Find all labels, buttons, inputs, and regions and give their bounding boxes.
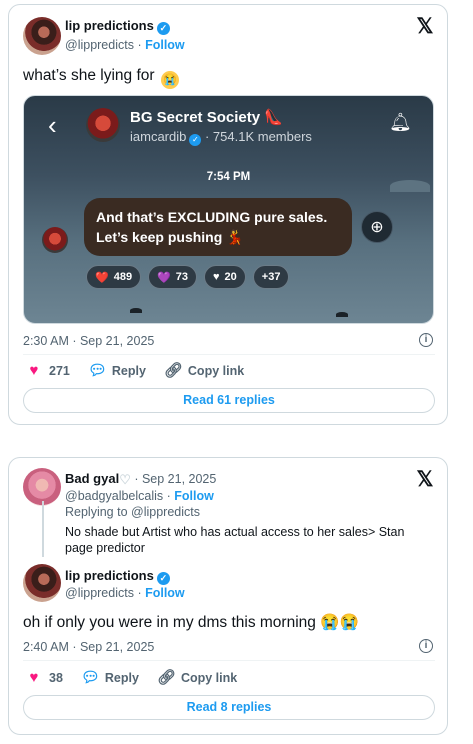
author-name[interactable]: lip predictions ✓	[65, 18, 170, 35]
link-icon: 🔗︎	[163, 362, 183, 379]
group-owner: iamcardib	[130, 129, 187, 144]
follow-button[interactable]: Follow	[174, 489, 214, 503]
follow-button[interactable]: Follow	[145, 586, 185, 600]
copy-link-label: Copy link	[180, 671, 238, 685]
x-logo-icon[interactable]: 𝕏	[415, 469, 435, 490]
purple-heart-icon: 💜	[157, 271, 171, 284]
white-heart-icon: ♥	[213, 271, 220, 283]
like-count: 271	[49, 364, 70, 378]
copy-link-button[interactable]: 🔗︎ Copy link	[164, 362, 244, 380]
add-reaction-icon[interactable]: ⊕	[361, 211, 393, 243]
message-bubble: And that’s EXCLUDING pure sales. Let’s k…	[84, 198, 352, 256]
tweet-card-1[interactable]: lip predictions ✓ @lippredicts · Follow 𝕏…	[8, 4, 448, 425]
message-sender-avatar	[42, 227, 68, 253]
heart-icon: ❤️	[95, 271, 109, 284]
read-replies-button[interactable]: Read 8 replies	[23, 695, 435, 720]
author-handle: @lippredicts · Follow	[65, 586, 185, 600]
follow-button[interactable]: Follow	[145, 38, 185, 52]
reaction-purple-heart[interactable]: 💜 73	[148, 265, 198, 289]
reaction-count: 20	[224, 271, 237, 283]
reaction-count: 489	[113, 271, 133, 283]
copy-link-button[interactable]: 🔗︎ Copy link	[157, 669, 237, 687]
bird-silhouette	[130, 308, 142, 313]
reply-button[interactable]: 💬︎ Reply	[88, 362, 146, 380]
reply-label: Reply	[104, 671, 139, 685]
tweet-text-content: oh if only you were in my dms this morni…	[23, 614, 316, 631]
author-name-text[interactable]: lip predictions	[65, 568, 154, 583]
reaction-count: 73	[175, 271, 189, 283]
parent-tweet-text: No shade but Artist who has actual acces…	[65, 525, 405, 555]
crying-emoji-icon: 😭😭	[320, 614, 359, 631]
tweet-media-screenshot[interactable]: ‹ BG Secret Society 👠 iamcardib ✓ · 754.1…	[23, 95, 434, 324]
reaction-more[interactable]: +37	[252, 265, 290, 289]
like-button[interactable]: ♥ 271	[25, 362, 70, 380]
heel-emoji-icon: 👠	[264, 109, 283, 126]
parent-author-name[interactable]: Bad gyal	[65, 471, 119, 486]
message-line-2: Let’s keep pushing	[96, 229, 223, 245]
reaction-more-count: +37	[261, 271, 281, 283]
action-bar: ♥ 271 💬︎ Reply 🔗︎ Copy link	[25, 362, 262, 380]
reaction-bar: ❤️ 489 💜 73 ♥ 20 +37	[86, 265, 290, 289]
handle-text[interactable]: @lippredicts	[65, 586, 134, 600]
heart-icon: ♥	[29, 362, 39, 379]
tweet-card-2[interactable]: Bad gyal♡ · Sep 21, 2025 @badgyalbelcali…	[8, 457, 448, 735]
reply-label: Reply	[111, 364, 146, 378]
white-heart-icon: ♡	[119, 472, 131, 487]
replying-to: Replying to @lippredicts	[65, 505, 200, 519]
reply-button[interactable]: 💬︎ Reply	[81, 669, 139, 687]
thread-line	[42, 501, 44, 557]
like-button[interactable]: ♥ 38	[25, 669, 63, 687]
divider	[23, 354, 435, 355]
parent-date[interactable]: Sep 21, 2025	[142, 472, 216, 486]
x-logo-icon[interactable]: 𝕏	[415, 16, 435, 37]
tweet-timestamp[interactable]: 2:30 AM · Sep 21, 2025	[23, 334, 154, 348]
parent-handle-row: @badgyalbelcalis · Follow	[65, 489, 214, 503]
parent-author-row: Bad gyal♡ · Sep 21, 2025	[65, 471, 216, 488]
handle-text[interactable]: @lippredicts	[65, 38, 134, 52]
verified-badge-icon: ✓	[156, 22, 170, 35]
author-avatar[interactable]	[23, 564, 61, 602]
member-count: 754.1K members	[212, 129, 312, 144]
group-name: BG Secret Society 👠	[130, 108, 283, 126]
group-avatar	[86, 108, 120, 142]
reply-bubble-icon: 💬︎	[80, 669, 100, 686]
author-name-text[interactable]: lip predictions	[65, 18, 154, 33]
tweet-text-content: what’s she lying for	[23, 67, 155, 84]
author-handle: @lippredicts · Follow	[65, 38, 185, 52]
verified-badge-icon: ✓	[156, 572, 170, 585]
bell-icon[interactable]: 🔔︎	[389, 112, 412, 134]
info-icon[interactable]: i	[419, 639, 433, 653]
tweet-timestamp[interactable]: 2:40 AM · Sep 21, 2025	[23, 640, 154, 654]
separator: ·	[130, 472, 142, 486]
message-line-1: And that’s EXCLUDING pure sales.	[96, 209, 328, 225]
dancer-emoji-icon: 💃	[226, 229, 244, 245]
action-bar: ♥ 38 💬︎ Reply 🔗︎ Copy link	[25, 669, 255, 687]
read-replies-button[interactable]: Read 61 replies	[23, 388, 435, 413]
author-name: lip predictions ✓	[65, 568, 170, 585]
reaction-heart[interactable]: ❤️ 489	[86, 265, 142, 289]
like-count: 38	[49, 671, 63, 685]
message-time: 7:54 PM	[206, 171, 251, 183]
link-icon: 🔗︎	[156, 669, 176, 686]
divider	[23, 660, 435, 661]
reply-bubble-icon: 💬︎	[87, 362, 107, 379]
info-icon[interactable]: i	[419, 333, 433, 347]
tweet-text: what’s she lying for 😭	[23, 67, 179, 89]
heart-icon: ♥	[29, 669, 39, 686]
parent-handle[interactable]: @badgyalbelcalis	[65, 489, 163, 503]
reaction-white-heart[interactable]: ♥ 20	[204, 265, 246, 289]
author-avatar[interactable]	[23, 17, 61, 55]
tweet-text: oh if only you were in my dms this morni…	[23, 613, 359, 632]
group-name-text: BG Secret Society	[130, 109, 261, 126]
crying-emoji-icon: 😭	[160, 71, 179, 89]
bird-silhouette	[336, 312, 348, 317]
verified-badge-icon: ✓	[189, 134, 202, 146]
back-chevron-icon[interactable]: ‹	[48, 112, 57, 138]
copy-link-label: Copy link	[187, 364, 245, 378]
message-line-2-wrap: Let’s keep pushing 💃	[96, 227, 340, 247]
group-subtitle: iamcardib ✓ · 754.1K members	[130, 129, 312, 146]
